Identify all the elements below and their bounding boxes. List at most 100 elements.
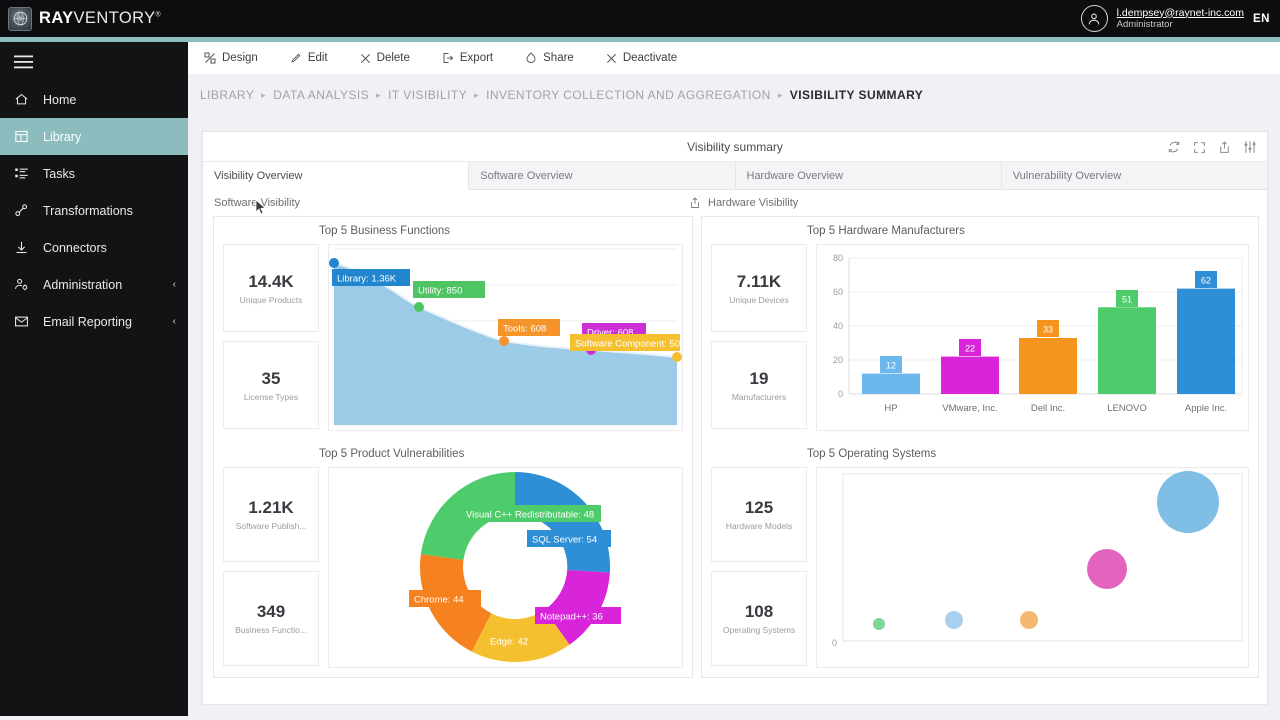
kpi-license-types[interactable]: 35 License Types bbox=[223, 341, 319, 429]
operating-systems-title: Top 5 Operating Systems bbox=[807, 448, 937, 460]
design-button[interactable]: Design bbox=[204, 52, 272, 64]
brand-name-light: VENTORY bbox=[73, 9, 156, 27]
panel-header: Visibility summary bbox=[203, 132, 1267, 162]
export-upload-icon[interactable] bbox=[1218, 140, 1231, 154]
svg-text:60: 60 bbox=[833, 287, 843, 297]
business-functions-area-chart[interactable]: Library: 1.36K Utility: 850 Tools: 608 D… bbox=[328, 244, 683, 431]
email-report-icon bbox=[14, 314, 34, 329]
product-vulnerabilities-donut-chart[interactable]: Visual C++ Redistributable: 48 SQL Serve… bbox=[328, 467, 683, 668]
svg-text:62: 62 bbox=[1201, 276, 1211, 286]
kpi-label: Software Publish... bbox=[235, 521, 307, 531]
kpi-label: Unique Devices bbox=[729, 294, 789, 305]
kpi-business-functions[interactable]: 349 Business Functio... bbox=[223, 571, 319, 666]
hamburger-menu-icon[interactable] bbox=[0, 42, 188, 81]
export-button[interactable]: Export bbox=[442, 52, 507, 64]
brand-logo-area[interactable]: RAYVENTORY® bbox=[0, 6, 161, 31]
tab-label: Visibility Overview bbox=[214, 169, 303, 182]
chevron-left-icon[interactable]: ‹ bbox=[173, 279, 176, 290]
svg-text:Visual C++ Redistributable: 48: Visual C++ Redistributable: 48 bbox=[466, 510, 594, 521]
tab-vulnerability-overview[interactable]: Vulnerability Overview bbox=[1001, 162, 1267, 189]
kpi-manufacturers[interactable]: 19 Manufacturers bbox=[711, 341, 807, 429]
kpi-operating-systems[interactable]: 108 Operating Systems bbox=[711, 571, 807, 666]
download-connector-icon bbox=[14, 240, 34, 255]
kpi-software-publishers[interactable]: 1.21K Software Publish... bbox=[223, 467, 319, 562]
chevron-left-icon[interactable]: ‹ bbox=[173, 316, 176, 327]
operating-systems-bubble-chart[interactable]: 0 bbox=[816, 467, 1249, 668]
svg-text:Notepad++: 36: Notepad++: 36 bbox=[540, 612, 603, 623]
share-icon bbox=[525, 52, 537, 64]
svg-text:40: 40 bbox=[833, 321, 843, 331]
deactivate-button[interactable]: Deactivate bbox=[606, 52, 691, 64]
svg-text:VMware, Inc.: VMware, Inc. bbox=[942, 403, 997, 414]
tab-hardware-overview[interactable]: Hardware Overview bbox=[735, 162, 1002, 189]
svg-text:LENOVO: LENOVO bbox=[1107, 403, 1147, 414]
user-email[interactable]: l.dempsey@raynet-inc.com bbox=[1117, 7, 1244, 20]
top-bar-right: l.dempsey@raynet-inc.com Administrator E… bbox=[1080, 5, 1280, 32]
sidebar-item-label: Library bbox=[43, 129, 82, 144]
user-info[interactable]: l.dempsey@raynet-inc.com Administrator bbox=[1117, 7, 1244, 31]
brand-name: RAYVENTORY® bbox=[39, 9, 161, 28]
export-icon bbox=[442, 52, 454, 64]
breadcrumb-item-data-analysis[interactable]: DATA ANALYSIS bbox=[273, 88, 369, 102]
software-visibility-column: Top 5 Business Functions 14.4K Unique Pr… bbox=[213, 216, 693, 678]
export-upload-icon[interactable] bbox=[689, 197, 701, 209]
tasks-list-icon bbox=[14, 166, 34, 181]
sidebar-item-home[interactable]: Home bbox=[0, 81, 188, 118]
kpi-value: 349 bbox=[256, 602, 286, 621]
export-label: Export bbox=[459, 52, 494, 64]
sidebar-item-email-reporting[interactable]: Email Reporting ‹ bbox=[0, 303, 188, 340]
svg-text:Utility: 850: Utility: 850 bbox=[418, 286, 462, 297]
breadcrumb-separator: ▸ bbox=[474, 89, 480, 100]
refresh-icon[interactable] bbox=[1167, 140, 1181, 154]
sidebar-item-tasks[interactable]: Tasks bbox=[0, 155, 188, 192]
svg-text:Edge: 42: Edge: 42 bbox=[490, 637, 528, 648]
business-functions-title: Top 5 Business Functions bbox=[319, 225, 451, 237]
edit-button[interactable]: Edit bbox=[290, 52, 342, 64]
hardware-manufacturers-bar-chart[interactable]: 80 60 40 20 0 12 22 33 51 62 HP VMware, … bbox=[816, 244, 1249, 431]
sidebar-item-transformations[interactable]: Transformations bbox=[0, 192, 188, 229]
user-avatar-icon[interactable] bbox=[1080, 5, 1108, 32]
svg-text:51: 51 bbox=[1122, 295, 1132, 305]
breadcrumb-item-library[interactable]: LIBRARY bbox=[200, 88, 254, 102]
sidebar-item-connectors[interactable]: Connectors bbox=[0, 229, 188, 266]
language-selector[interactable]: EN bbox=[1253, 13, 1270, 25]
breadcrumb-separator: ▸ bbox=[376, 89, 382, 100]
section-headers: Software Visibility Hardware Visibility bbox=[203, 190, 1267, 216]
business-functions-widget: Top 5 Business Functions 14.4K Unique Pr… bbox=[214, 217, 692, 440]
hardware-visibility-column: Top 5 Hardware Manufacturers 7.11K Uniqu… bbox=[701, 216, 1259, 678]
sidebar-item-label: Transformations bbox=[43, 203, 133, 218]
fullscreen-icon[interactable] bbox=[1193, 141, 1206, 154]
software-kpi-group: 14.4K Unique Products 35 License Types bbox=[223, 244, 319, 431]
kpi-hardware-models[interactable]: 125 Hardware Models bbox=[711, 467, 807, 562]
kpi-value: 35 bbox=[261, 368, 281, 388]
kpi-label: Operating Systems bbox=[722, 625, 796, 635]
svg-text:80: 80 bbox=[833, 253, 843, 263]
page-title: Visibility summary bbox=[687, 139, 783, 154]
sidebar-item-label: Tasks bbox=[43, 166, 75, 181]
tab-software-overview[interactable]: Software Overview bbox=[469, 162, 736, 189]
sidebar-item-label: Connectors bbox=[43, 240, 107, 255]
breadcrumb-item-it-visibility[interactable]: IT VISIBILITY bbox=[388, 88, 467, 102]
share-button[interactable]: Share bbox=[525, 52, 588, 64]
user-gear-icon bbox=[14, 277, 34, 292]
sidebar-item-label: Home bbox=[43, 92, 77, 107]
svg-text:12: 12 bbox=[886, 361, 896, 371]
top-bar: RAYVENTORY® l.dempsey@raynet-inc.com Adm… bbox=[0, 0, 1280, 37]
brand-trademark: ® bbox=[155, 11, 162, 19]
delete-button[interactable]: Delete bbox=[360, 52, 424, 64]
kpi-unique-products[interactable]: 14.4K Unique Products bbox=[223, 244, 319, 332]
main-content: Design Edit Delete Export Share Deactiva… bbox=[188, 42, 1280, 720]
hardware-visibility-header: Hardware Visibility bbox=[689, 197, 798, 209]
user-role: Administrator bbox=[1116, 19, 1173, 31]
panel-header-actions bbox=[1167, 132, 1257, 162]
sidebar-item-administration[interactable]: Administration ‹ bbox=[0, 266, 188, 303]
breadcrumb-item-inventory-collection[interactable]: INVENTORY COLLECTION AND AGGREGATION bbox=[486, 88, 771, 102]
settings-sliders-icon[interactable] bbox=[1243, 140, 1257, 154]
kpi-unique-devices[interactable]: 7.11K Unique Devices bbox=[711, 244, 807, 332]
svg-text:22: 22 bbox=[965, 344, 975, 354]
kpi-label: Hardware Models bbox=[725, 521, 793, 531]
tab-visibility-overview[interactable]: Visibility Overview bbox=[203, 162, 470, 190]
breadcrumb-separator: ▸ bbox=[261, 89, 267, 100]
hardware-manufacturers-widget: Top 5 Hardware Manufacturers 7.11K Uniqu… bbox=[702, 217, 1258, 440]
sidebar-item-library[interactable]: Library bbox=[0, 118, 188, 155]
